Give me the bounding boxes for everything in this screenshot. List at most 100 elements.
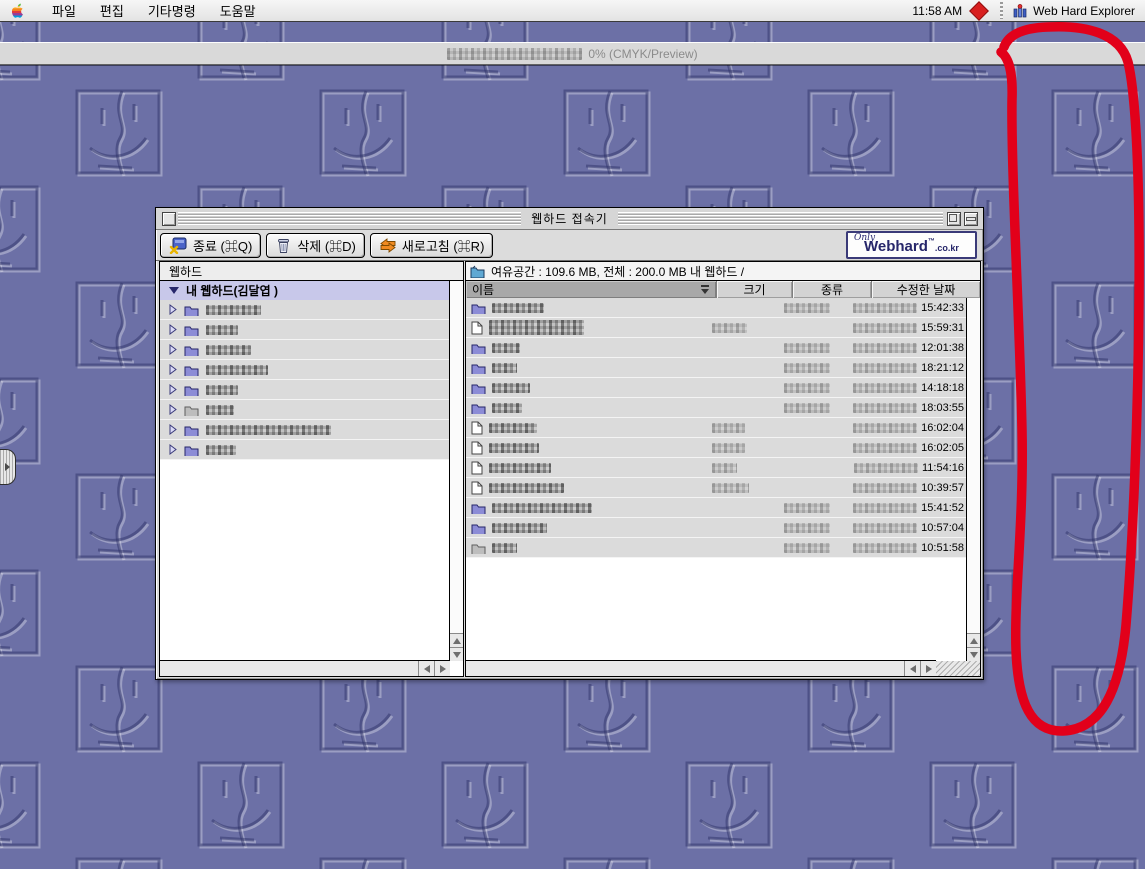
application-menu[interactable]: Web Hard Explorer <box>1007 4 1145 18</box>
censored-file-name <box>489 320 584 335</box>
apple-menu[interactable] <box>12 3 26 19</box>
document-icon <box>471 421 483 435</box>
censored-type <box>784 303 830 313</box>
disclosure-closed-icon[interactable] <box>169 324 177 335</box>
disclosure-closed-icon[interactable] <box>169 384 177 395</box>
column-header-size[interactable]: 크기 <box>717 281 793 298</box>
free-space-bar: 여유공간 : 109.6 MB, 전체 : 200.0 MB 내 웹하드 / <box>466 262 980 281</box>
refresh-button[interactable]: 새로고침 (⌘R) <box>370 233 494 258</box>
file-row[interactable]: 15:42:33 <box>466 298 967 318</box>
disclosure-closed-icon[interactable] <box>169 444 177 455</box>
collapsed-window-titlebar[interactable]: 0% (CMYK/Preview) <box>0 42 1145 65</box>
folder-gray-icon <box>184 404 199 416</box>
delete-button[interactable]: 삭제 (⌘D) <box>266 233 365 258</box>
folder-gray-icon <box>471 542 486 554</box>
app-name-label: Web Hard Explorer <box>1033 4 1135 18</box>
file-row[interactable]: 12:01:38 <box>466 338 967 358</box>
censored-date <box>853 363 917 373</box>
tree-item[interactable] <box>160 420 450 440</box>
close-box[interactable] <box>162 212 176 226</box>
file-row[interactable]: 15:59:31 <box>466 318 967 338</box>
resize-grip[interactable] <box>936 661 980 676</box>
censored-date <box>853 343 917 353</box>
control-strip-tab[interactable] <box>0 449 16 485</box>
tree-item[interactable] <box>160 400 450 420</box>
censored-file-name <box>492 403 522 413</box>
modified-time: 16:02:04 <box>921 422 964 434</box>
file-row[interactable]: 18:03:55 <box>466 398 967 418</box>
file-row[interactable]: 14:18:18 <box>466 378 967 398</box>
file-row[interactable]: 10:39:57 <box>466 478 967 498</box>
scroll-up-button[interactable] <box>450 633 463 647</box>
scroll-right-button[interactable] <box>920 661 936 676</box>
free-space-text: 여유공간 : 109.6 MB, 전체 : 200.0 MB 내 웹하드 / <box>491 263 744 280</box>
tree-panel-header: 웹하드 <box>160 262 463 281</box>
file-row[interactable]: 10:51:58 <box>466 538 967 558</box>
file-row[interactable]: 16:02:04 <box>466 418 967 438</box>
webhard-logo[interactable]: Only Webhard™.co.kr <box>846 231 977 259</box>
scroll-down-button[interactable] <box>450 647 463 661</box>
tree-item[interactable] <box>160 360 450 380</box>
red-diamond-status-icon[interactable] <box>969 1 989 21</box>
scroll-right-button[interactable] <box>434 661 450 676</box>
window-titlebar[interactable]: 웹하드 접속기 <box>156 208 983 230</box>
quit-button[interactable]: 종료 (⌘Q) <box>160 233 261 258</box>
menubar-clock[interactable]: 11:58 AM <box>904 4 970 18</box>
disclosure-closed-icon[interactable] <box>169 404 177 415</box>
censored-date <box>853 523 917 533</box>
apple-logo-icon <box>12 3 26 19</box>
file-row[interactable]: 10:57:04 <box>466 518 967 538</box>
tree-item[interactable] <box>160 340 450 360</box>
menu-commands[interactable]: 기타명령 <box>136 0 208 21</box>
tree-item[interactable] <box>160 300 450 320</box>
censored-folder-name <box>206 305 261 315</box>
zoom-box[interactable] <box>947 212 961 226</box>
column-header-modified[interactable]: 수정한 날짜 <box>872 281 980 298</box>
modified-time: 10:39:57 <box>921 482 964 494</box>
file-row[interactable]: 16:02:05 <box>466 438 967 458</box>
file-row[interactable]: 18:21:12 <box>466 358 967 378</box>
disclosure-closed-icon[interactable] <box>169 344 177 355</box>
disclosure-closed-icon[interactable] <box>169 424 177 435</box>
tree-root-my-webhard[interactable]: 내 웹하드(김달엽 ) <box>160 281 450 300</box>
tree-horizontal-scrollbar[interactable] <box>160 660 450 676</box>
menu-help[interactable]: 도움말 <box>208 0 268 21</box>
scroll-up-button[interactable] <box>967 633 980 647</box>
disclosure-open-icon[interactable] <box>169 287 179 294</box>
document-title-suffix: 0% (CMYK/Preview) <box>588 47 697 61</box>
censored-file-name <box>492 383 530 393</box>
delete-button-label: 삭제 (⌘D) <box>297 236 356 255</box>
scroll-down-button[interactable] <box>967 647 980 661</box>
censored-type <box>784 543 830 553</box>
folder-icon <box>471 502 486 514</box>
tree-vertical-scrollbar[interactable] <box>449 281 463 661</box>
menu-edit[interactable]: 편집 <box>88 0 136 21</box>
tree-item[interactable] <box>160 440 450 460</box>
column-header-type[interactable]: 종류 <box>793 281 872 298</box>
list-horizontal-scrollbar[interactable] <box>466 660 936 676</box>
menu-file[interactable]: 파일 <box>40 0 88 21</box>
column-header-name[interactable]: 이름 <box>466 281 717 298</box>
list-vertical-scrollbar[interactable] <box>966 298 980 661</box>
file-row[interactable]: 15:41:52 <box>466 498 967 518</box>
document-icon <box>471 321 483 335</box>
modified-time: 10:57:04 <box>921 522 964 534</box>
scroll-left-button[interactable] <box>418 661 434 676</box>
modified-time: 15:59:31 <box>921 322 964 334</box>
scrollbar-corner <box>450 661 463 676</box>
tree-item[interactable] <box>160 380 450 400</box>
file-row[interactable]: 11:54:16 <box>466 458 967 478</box>
collapse-box[interactable] <box>964 212 978 226</box>
censored-file-name <box>492 503 592 513</box>
tree-item[interactable] <box>160 320 450 340</box>
logo-brand-text: Webhard™.co.kr <box>864 238 959 255</box>
censored-date <box>854 463 918 473</box>
folder-icon <box>471 302 486 314</box>
folder-tree-panel: 웹하드 내 웹하드(김달엽 ) <box>159 261 464 677</box>
censored-folder-name <box>206 445 236 455</box>
folder-icon <box>184 364 199 376</box>
folder-icon <box>184 304 199 316</box>
disclosure-closed-icon[interactable] <box>169 364 177 375</box>
disclosure-closed-icon[interactable] <box>169 304 177 315</box>
scroll-left-button[interactable] <box>904 661 920 676</box>
